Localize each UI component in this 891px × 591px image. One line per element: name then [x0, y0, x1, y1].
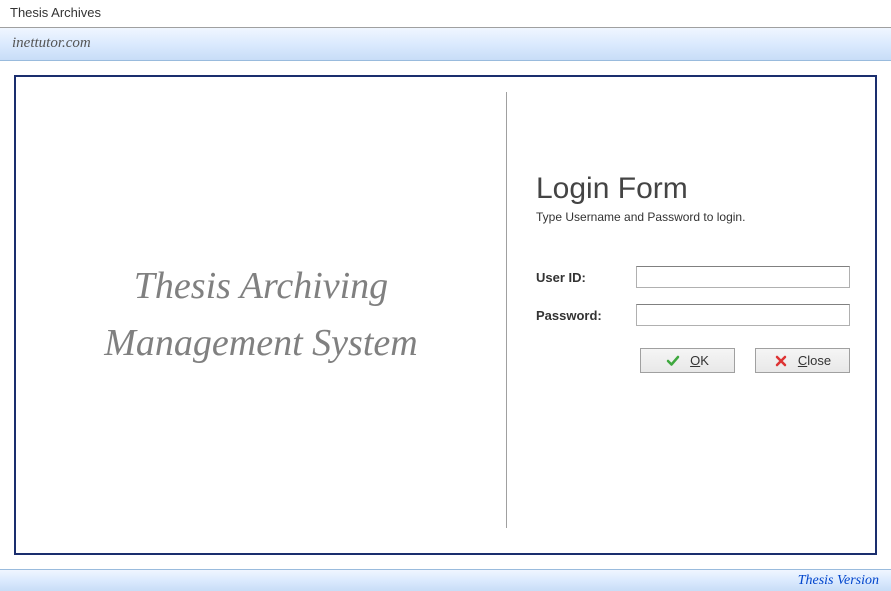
main-panel: Thesis Archiving Management System Login… — [14, 75, 877, 555]
content-area: Thesis Archiving Management System Login… — [0, 61, 891, 569]
menubar: inettutor.com — [0, 28, 891, 61]
check-icon — [666, 354, 680, 368]
window-title: Thesis Archives — [10, 5, 101, 20]
login-panel: Login Form Type Username and Password to… — [506, 77, 875, 553]
app-name-line1: Thesis Archiving — [104, 258, 417, 315]
user-id-label: User ID: — [536, 270, 636, 285]
close-button-label: Close — [798, 353, 831, 368]
login-title: Login Form — [536, 172, 850, 206]
left-panel: Thesis Archiving Management System — [16, 77, 506, 553]
ok-button[interactable]: OK — [640, 348, 735, 373]
ok-button-label: OK — [690, 353, 709, 368]
login-subtitle: Type Username and Password to login. — [536, 210, 850, 224]
menubar-text: inettutor.com — [12, 35, 91, 51]
window-titlebar: Thesis Archives — [0, 0, 891, 28]
password-input[interactable] — [636, 304, 850, 326]
app-name-line2: Management System — [104, 315, 417, 372]
app-name: Thesis Archiving Management System — [104, 258, 417, 372]
password-row: Password: — [536, 304, 850, 326]
password-label: Password: — [536, 308, 636, 323]
close-icon — [774, 354, 788, 368]
panel-divider — [506, 92, 507, 528]
close-button[interactable]: Close — [755, 348, 850, 373]
status-version: Thesis Version — [798, 573, 879, 589]
user-id-row: User ID: — [536, 266, 850, 288]
statusbar: Thesis Version — [0, 569, 891, 591]
user-id-input[interactable] — [636, 266, 850, 288]
button-row: OK Close — [536, 348, 850, 373]
